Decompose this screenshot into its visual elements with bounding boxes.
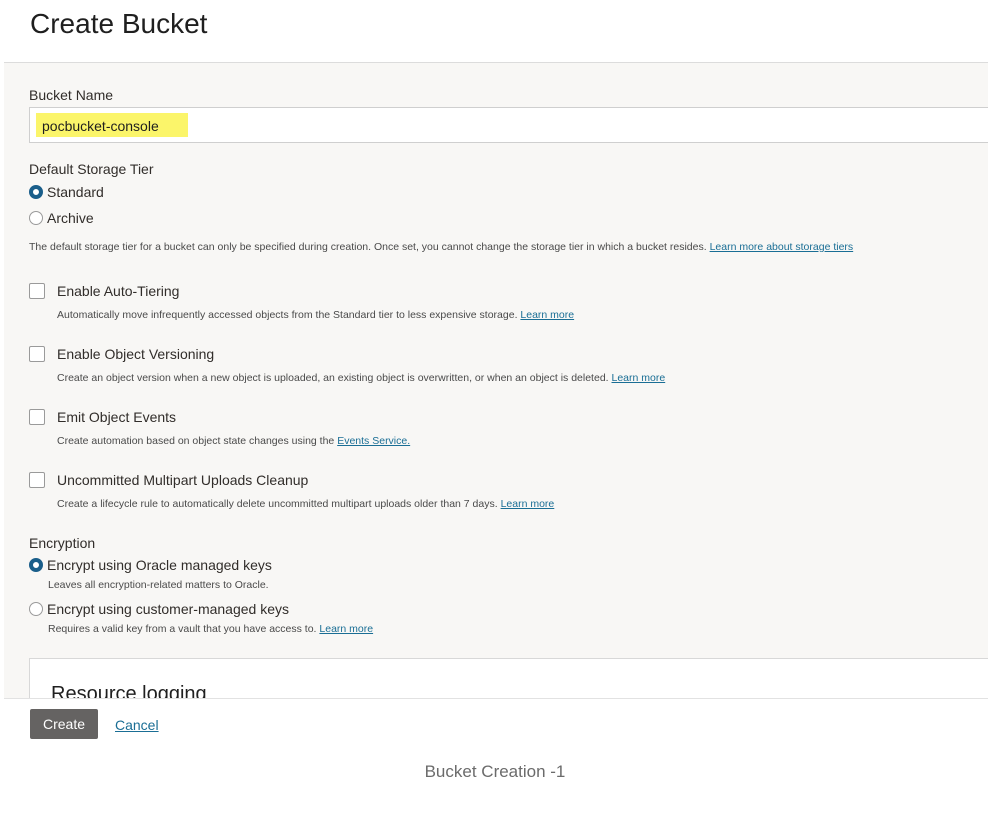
radio-oracle-managed-keys[interactable]: Encrypt using Oracle managed keys: [29, 557, 272, 573]
radio-customer-managed-keys[interactable]: Encrypt using customer-managed keys: [29, 601, 289, 617]
multipart-cleanup-option[interactable]: Uncommitted Multipart Uploads Cleanup: [29, 472, 308, 488]
multipart-cleanup-learn-more-link[interactable]: Learn more: [501, 498, 555, 510]
page-title: Create Bucket: [30, 8, 208, 39]
radio-label: Archive: [47, 210, 94, 226]
create-bucket-form: Bucket Name pocbucket-console Default St…: [4, 62, 988, 699]
auto-tiering-help: Automatically move infrequently accessed…: [57, 309, 574, 321]
customer-keys-learn-more-link[interactable]: Learn more: [319, 623, 373, 635]
storage-tiers-link[interactable]: Learn more about storage tiers: [710, 241, 854, 253]
help-text: Create an object version when a new obje…: [57, 372, 609, 384]
multipart-cleanup-help: Create a lifecycle rule to automatically…: [57, 498, 554, 510]
create-button[interactable]: Create: [30, 709, 98, 739]
form-footer: Create Cancel: [4, 698, 988, 745]
customer-managed-keys-help: Requires a valid key from a vault that y…: [48, 623, 373, 635]
checkbox-label: Uncommitted Multipart Uploads Cleanup: [57, 472, 309, 488]
checkbox-label: Emit Object Events: [57, 409, 177, 425]
bucket-name-value: pocbucket-console: [42, 118, 159, 134]
object-events-checkbox[interactable]: [29, 409, 45, 425]
radio-label: Encrypt using Oracle managed keys: [47, 557, 272, 573]
checkbox-label: Enable Object Versioning: [57, 346, 215, 362]
multipart-cleanup-checkbox[interactable]: [29, 472, 45, 488]
help-text: Automatically move infrequently accessed…: [57, 309, 518, 321]
object-versioning-learn-more-link[interactable]: Learn more: [612, 372, 666, 384]
bucket-name-label: Bucket Name: [29, 87, 114, 103]
auto-tiering-option[interactable]: Enable Auto-Tiering: [29, 283, 179, 299]
radio-label: Standard: [47, 184, 104, 200]
resource-logging-title: Resource logging: [51, 683, 207, 699]
radio-standard[interactable]: Standard: [29, 184, 104, 200]
checkbox-label: Enable Auto-Tiering: [57, 283, 180, 299]
object-versioning-help: Create an object version when a new obje…: [57, 372, 665, 384]
help-text: Create automation based on object state …: [57, 435, 335, 447]
help-text: The default storage tier for a bucket ca…: [29, 241, 707, 253]
auto-tiering-checkbox[interactable]: [29, 283, 45, 299]
object-versioning-option[interactable]: Enable Object Versioning: [29, 346, 214, 362]
cancel-link[interactable]: Cancel: [115, 717, 159, 733]
help-text: Create a lifecycle rule to automatically…: [57, 498, 498, 510]
radio-selected-icon: [29, 185, 43, 199]
object-events-help: Create automation based on object state …: [57, 435, 410, 447]
radio-archive[interactable]: Archive: [29, 210, 94, 226]
radio-label: Encrypt using customer-managed keys: [47, 601, 289, 617]
auto-tiering-learn-more-link[interactable]: Learn more: [520, 309, 574, 321]
help-text: Requires a valid key from a vault that y…: [48, 623, 317, 635]
radio-unselected-icon: [29, 602, 43, 616]
object-versioning-checkbox[interactable]: [29, 346, 45, 362]
storage-tier-label: Default Storage Tier: [29, 161, 154, 177]
bucket-name-input[interactable]: pocbucket-console: [29, 107, 988, 143]
oracle-managed-keys-help: Leaves all encryption-related matters to…: [48, 579, 269, 591]
object-events-option[interactable]: Emit Object Events: [29, 409, 176, 425]
radio-unselected-icon: [29, 211, 43, 225]
radio-selected-icon: [29, 558, 43, 572]
encryption-label: Encryption: [29, 535, 96, 551]
resource-logging-section: Resource logging: [29, 658, 988, 699]
storage-tier-help: The default storage tier for a bucket ca…: [29, 241, 853, 253]
figure-caption: Bucket Creation -1: [424, 762, 566, 781]
events-service-link[interactable]: Events Service.: [337, 435, 410, 447]
